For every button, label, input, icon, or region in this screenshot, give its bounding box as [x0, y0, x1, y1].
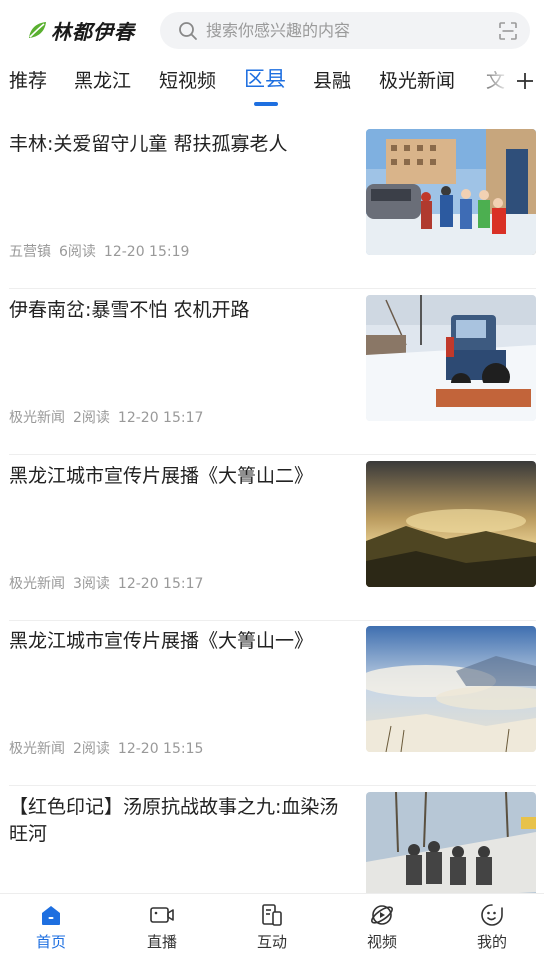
nav-label: 视频: [366, 933, 397, 951]
nav-label: 我的: [476, 933, 507, 951]
news-meta: 五营镇 6阅读 12-20 15:19: [9, 241, 197, 261]
news-source: 极光新闻: [9, 410, 65, 426]
nav-label: 互动: [256, 933, 287, 951]
news-source: 极光新闻: [9, 576, 65, 592]
news-time: 12-20 15:19: [103, 244, 190, 260]
news-reads: 6阅读: [59, 244, 96, 260]
news-meta: 极光新闻 2阅读 12-20 15:17: [9, 407, 211, 427]
news-thumbnail: [366, 129, 536, 255]
tab-short-video[interactable]: 短视频: [159, 68, 216, 94]
news-thumbnail: [366, 626, 536, 752]
nav-home[interactable]: 首页: [11, 902, 91, 952]
news-item[interactable]: 丰林:关爱留守儿童 帮扶孤寡老人 五营镇 6阅读 12-20 15:19: [9, 123, 536, 289]
news-time: 12-20 15:17: [117, 410, 204, 426]
news-item[interactable]: 黑龙江城市宣传片展播《大箐山二》 极光新闻 3阅读 12-20 15:17: [9, 455, 536, 621]
news-title: 黑龙江城市宣传片展播《大箐山二》: [9, 465, 314, 487]
street-scene-image: [366, 129, 536, 255]
news-time: 12-20 15:17: [117, 576, 204, 592]
search-bar[interactable]: 搜索你感兴趣的内容: [160, 12, 530, 49]
news-title: 丰林:关爱留守儿童 帮扶孤寡老人: [9, 133, 288, 155]
profile-icon: [481, 904, 503, 926]
news-title: 伊春南岔:暴雪不怕 农机开路: [9, 299, 250, 321]
nav-live[interactable]: 直播: [122, 902, 202, 952]
nav-interact[interactable]: 互动: [232, 902, 312, 952]
news-thumbnail: [366, 461, 536, 587]
home-icon: [42, 906, 60, 925]
nav-label: 首页: [35, 933, 66, 951]
tab-heilongjiang[interactable]: 黑龙江: [74, 68, 131, 94]
news-meta: 极光新闻 2阅读 12-20 15:15: [9, 738, 211, 758]
news-item[interactable]: 伊春南岔:暴雪不怕 农机开路 极光新闻 2阅读 12-20 15:17: [9, 289, 536, 455]
tab-aurora-news[interactable]: 极光新闻: [379, 68, 455, 94]
scan-icon[interactable]: [499, 22, 517, 40]
search-icon: [179, 22, 197, 40]
nav-profile[interactable]: 我的: [452, 902, 532, 952]
news-title: 【红色印记】汤原抗战故事之九:血染汤旺河: [9, 796, 339, 845]
leaf-logo-icon: [29, 22, 46, 38]
bottom-navigation: 首页 直播 互动 视频 我的: [0, 893, 544, 953]
news-reads: 2阅读: [73, 410, 110, 426]
news-source: 五营镇: [9, 244, 51, 260]
add-channel-icon[interactable]: [514, 70, 536, 92]
active-tab-indicator: [254, 102, 278, 106]
news-item[interactable]: 黑龙江城市宣传片展播《大箐山一》 极光新闻 2阅读 12-20 15:15: [9, 620, 536, 786]
tab-county-media[interactable]: 县融: [313, 68, 351, 94]
snow-tractor-image: [366, 295, 536, 421]
nav-video[interactable]: 视频: [342, 902, 422, 952]
tab-recommend[interactable]: 推荐: [9, 68, 47, 94]
tab-fade: [470, 60, 510, 110]
news-source: 极光新闻: [9, 741, 65, 757]
news-thumbnail: [366, 295, 536, 421]
mountain-sunset-image: [366, 461, 536, 587]
app-logo: 林都伊春: [26, 16, 135, 44]
news-reads: 2阅读: [73, 741, 110, 757]
news-reads: 3阅读: [73, 576, 110, 592]
tab-county[interactable]: 区县: [244, 66, 286, 92]
nav-label: 直播: [146, 933, 177, 951]
video-icon: [371, 905, 393, 925]
news-meta: 极光新闻 3阅读 12-20 15:17: [9, 573, 211, 593]
search-placeholder: 搜索你感兴趣的内容: [206, 21, 351, 40]
channel-tabs: 推荐 黑龙江 短视频 区县 县融 极光新闻 文: [0, 60, 544, 110]
news-time: 12-20 15:15: [117, 741, 204, 757]
news-title: 黑龙江城市宣传片展播《大箐山一》: [9, 630, 314, 652]
app-header: 林都伊春 搜索你感兴趣的内容: [0, 0, 544, 60]
logo-text: 林都伊春: [51, 19, 135, 44]
live-camera-icon: [150, 907, 174, 923]
mountain-fog-image: [366, 626, 536, 752]
interact-icon: [262, 904, 282, 926]
